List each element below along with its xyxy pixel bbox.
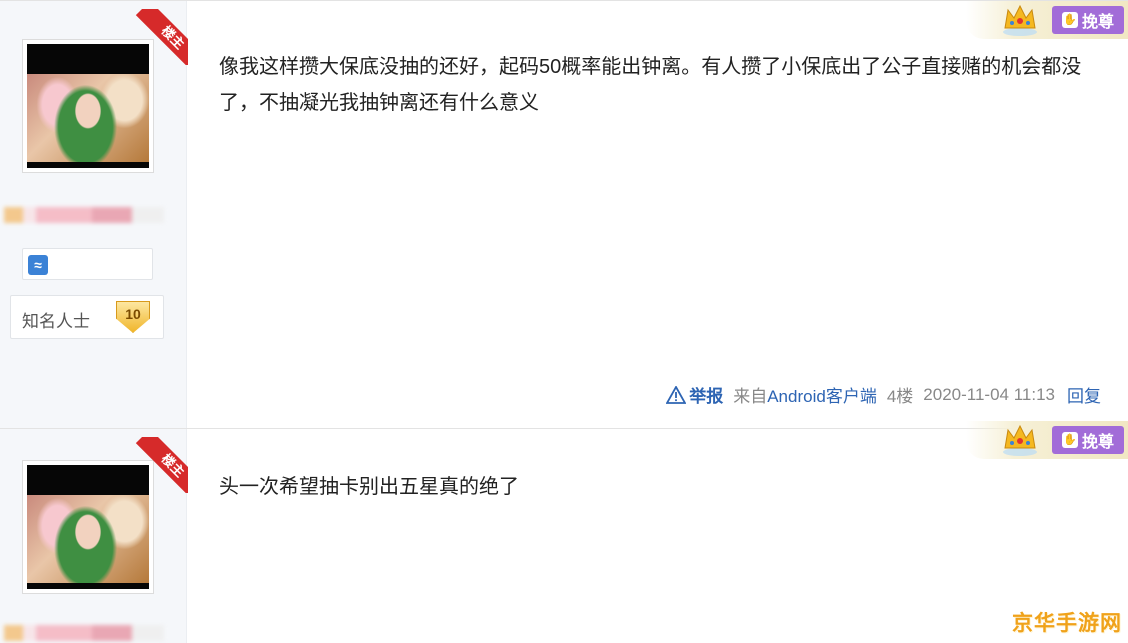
- warning-triangle-icon: [665, 384, 687, 404]
- user-sidebar: 楼主: [0, 429, 188, 643]
- op-ribbon-label: 楼主: [135, 9, 188, 65]
- reply-link[interactable]: 回复: [1067, 382, 1101, 407]
- user-sidebar: ≈ 知名人士 10 楼主: [0, 1, 188, 428]
- post-meta: 举报 来自Android客户端 4楼 2020-11-04 11:13 回复: [665, 382, 1101, 407]
- vote-label: 挽尊: [1081, 14, 1114, 31]
- username-blurred[interactable]: [4, 625, 164, 641]
- op-ribbon: 楼主: [132, 9, 188, 65]
- op-ribbon: 楼主: [132, 437, 188, 493]
- username-blurred[interactable]: [4, 207, 164, 223]
- badge-box[interactable]: ≈: [22, 248, 153, 280]
- floor-number: 4楼: [886, 387, 914, 406]
- vote-label: 挽尊: [1081, 434, 1114, 451]
- post-next: 楼主 ✋ 挽尊 头一次希望抽卡别出五星真的绝了: [0, 421, 1128, 643]
- post-decoration: ✋ 挽尊: [966, 421, 1128, 459]
- post-content: 头一次希望抽卡别出五星真的绝了: [219, 476, 519, 498]
- report-label: 举报: [689, 387, 724, 406]
- wave-icon: ≈: [28, 255, 48, 275]
- level-badge: 10: [116, 301, 150, 333]
- hand-icon: ✋: [1061, 432, 1078, 448]
- hand-icon: ✋: [1061, 12, 1078, 28]
- avatar-image: [27, 44, 149, 168]
- source-client-link[interactable]: Android客户端: [767, 387, 877, 406]
- report-link[interactable]: 举报: [665, 382, 724, 407]
- post-timestamp: 2020-11-04 11:13: [923, 384, 1055, 404]
- vote-button[interactable]: ✋ 挽尊: [1052, 426, 1124, 454]
- post-content: 像我这样攒大保底没抽的还好，起码50概率能出钟离。有人攒了小保底出了公子直接赌的…: [219, 56, 1082, 114]
- post-floor-4: ≈ 知名人士 10 楼主 ✋ 挽尊 像我这样攒大保底没抽的还好，起码50概率能出…: [0, 0, 1128, 428]
- post-decoration: ✋ 挽尊: [966, 1, 1128, 39]
- op-ribbon-label: 楼主: [135, 437, 188, 493]
- user-title: 知名人士: [22, 312, 90, 331]
- avatar-image: [27, 465, 149, 589]
- watermark: 京华手游网: [1012, 612, 1122, 635]
- vote-button[interactable]: ✋ 挽尊: [1052, 6, 1124, 34]
- crown-icon: [1003, 4, 1037, 36]
- post-source: 来自Android客户端: [733, 382, 877, 407]
- crown-icon: [1003, 424, 1037, 456]
- source-prefix: 来自: [733, 387, 768, 406]
- user-title-box[interactable]: 知名人士 10: [10, 295, 164, 339]
